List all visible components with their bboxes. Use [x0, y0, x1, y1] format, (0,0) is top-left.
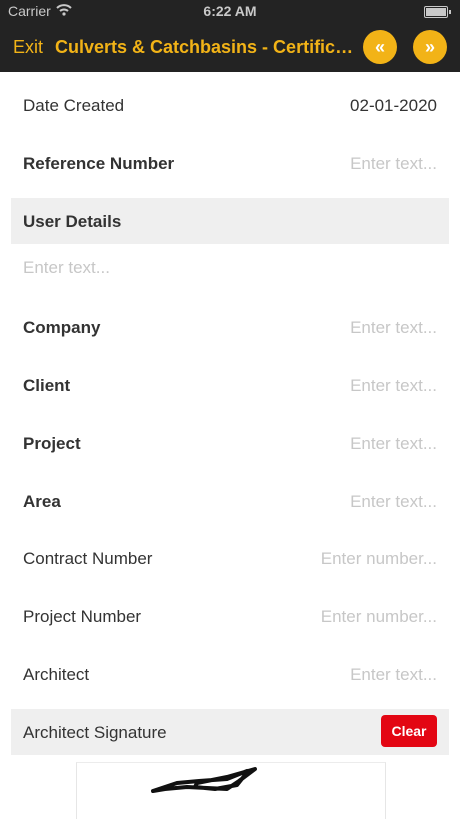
date-created-row: Date Created 02-01-2020 [23, 88, 437, 124]
architect-label: Architect [23, 665, 90, 684]
reference-number-input[interactable]: Enter text... [350, 154, 437, 174]
project-label: Project [23, 434, 81, 453]
reference-number-label: Reference Number [23, 154, 175, 173]
double-chevron-left-icon: « [374, 37, 385, 57]
project-number-label: Project Number [23, 607, 142, 626]
client-row: Client Enter text... [23, 368, 437, 404]
contract-number-input[interactable]: Enter number... [321, 549, 437, 569]
navigation-bar: Exit Culverts & Catchbasins - Certificat… [0, 28, 460, 68]
next-button[interactable]: » [413, 30, 447, 64]
page-title: Culverts & Catchbasins - Certificate [55, 37, 355, 57]
exit-button[interactable]: Exit [13, 37, 43, 58]
architect-signature-section: Architect Signature Clear [11, 709, 449, 755]
architect-row: Architect Enter text... [23, 657, 437, 693]
architect-input[interactable]: Enter text... [350, 665, 437, 685]
project-row: Project Enter text... [23, 426, 437, 462]
client-input[interactable]: Enter text... [350, 376, 437, 396]
user-details-input[interactable]: Enter text... [23, 258, 110, 278]
date-created-label: Date Created [23, 96, 125, 115]
status-time: 6:22 AM [203, 3, 257, 19]
company-label: Company [23, 318, 101, 337]
area-row: Area Enter text... [23, 484, 437, 520]
user-details-section: User Details [11, 198, 449, 244]
client-label: Client [23, 376, 71, 395]
status-bar: Carrier 6:22 AM [0, 0, 460, 22]
contract-number-label: Contract Number [23, 549, 153, 568]
double-chevron-right-icon: » [424, 37, 435, 57]
top-bar: Carrier 6:22 AM Exit Culverts & Catchbas… [0, 0, 460, 72]
clear-signature-button[interactable]: Clear [381, 715, 437, 747]
project-number-input[interactable]: Enter number... [321, 607, 437, 627]
user-details-heading: User Details [23, 212, 122, 231]
company-row: Company Enter text... [23, 310, 437, 346]
contract-number-row: Contract Number Enter number... [23, 541, 437, 577]
project-number-row: Project Number Enter number... [23, 599, 437, 635]
area-input[interactable]: Enter text... [350, 492, 437, 512]
signature-drawing [151, 767, 257, 793]
battery-icon [424, 6, 451, 18]
project-input[interactable]: Enter text... [350, 434, 437, 454]
date-created-value[interactable]: 02-01-2020 [350, 96, 437, 116]
previous-button[interactable]: « [363, 30, 397, 64]
reference-number-row: Reference Number Enter text... [23, 146, 437, 182]
architect-signature-label: Architect Signature [23, 723, 167, 742]
screen: Carrier 6:22 AM Exit Culverts & Catchbas… [0, 0, 460, 819]
signature-pad[interactable] [76, 762, 386, 819]
area-label: Area [23, 492, 61, 511]
company-input[interactable]: Enter text... [350, 318, 437, 338]
